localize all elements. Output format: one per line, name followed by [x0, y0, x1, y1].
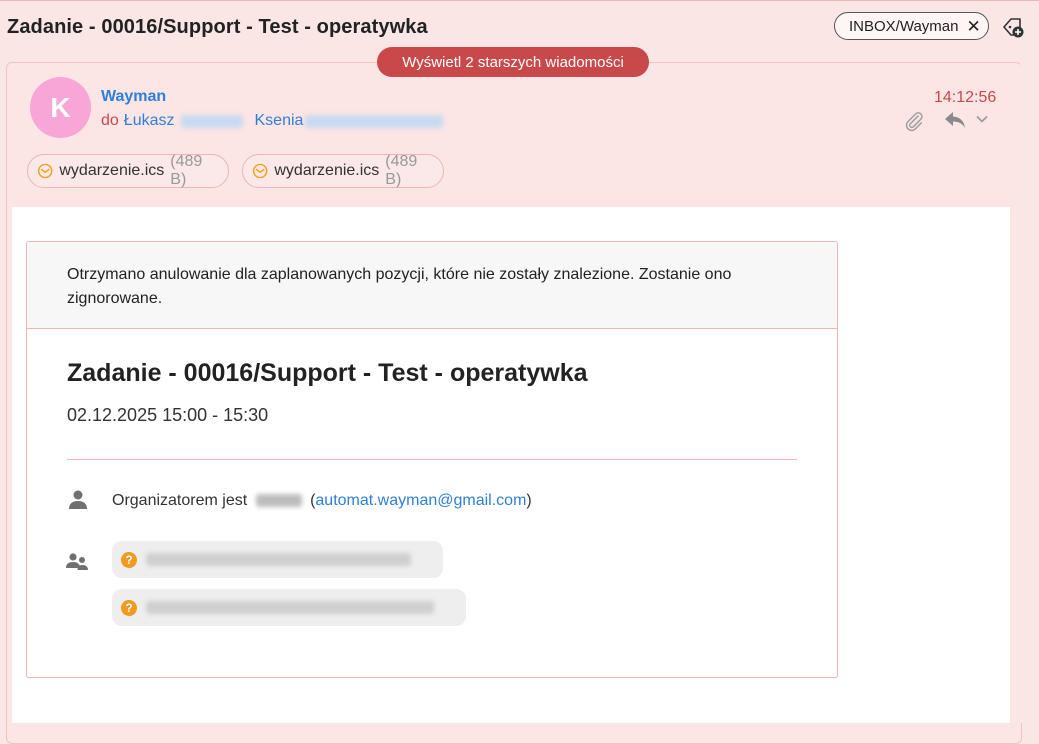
close-icon[interactable]: ✕ — [966, 18, 980, 35]
attachment-chip[interactable]: wydarzenie.ics (489 B) — [242, 153, 444, 188]
sender-name[interactable]: Wayman — [101, 88, 166, 106]
redacted-attendee — [146, 601, 434, 614]
invitation-card: Otrzymano anulowanie dla zaplanowanych p… — [26, 241, 838, 678]
organizer-email-link[interactable]: automat.wayman@gmail.com — [315, 492, 526, 509]
to-prefix: do — [101, 112, 119, 129]
folder-tag[interactable]: INBOX/Wayman ✕ — [834, 12, 989, 40]
attachment-size: (489 B) — [385, 153, 418, 188]
attendee-chip[interactable]: ? — [112, 589, 466, 626]
attachment-size: (489 B) — [170, 153, 203, 188]
message-time: 14:12:56 — [934, 89, 997, 106]
attachment-name: wydarzenie.ics — [274, 162, 380, 179]
recipients-line: do Łukasz Ksenia — [101, 112, 444, 130]
redacted-surname — [180, 114, 243, 128]
folder-tag-label: INBOX/Wayman — [849, 17, 959, 35]
question-icon: ? — [121, 599, 137, 616]
tag-add-icon[interactable] — [1001, 15, 1025, 39]
paperclip-icon[interactable] — [903, 110, 925, 132]
organizer-line: Organizatorem jest (automat.wayman@gmail… — [112, 492, 532, 509]
people-icon — [66, 553, 88, 570]
attachment-name: wydarzenie.ics — [59, 162, 165, 179]
chevron-down-icon[interactable] — [975, 113, 989, 125]
divider — [67, 459, 797, 460]
recipient-name[interactable]: Łukasz — [124, 112, 175, 130]
calendar-attachment-icon — [252, 163, 268, 179]
top-border — [0, 0, 1039, 1]
attachment-chip[interactable]: wydarzenie.ics (489 B) — [27, 153, 229, 188]
cancellation-notice: Otrzymano anulowanie dla zaplanowanych p… — [27, 242, 837, 329]
person-icon — [69, 490, 87, 509]
organizer-prefix: Organizatorem jest — [112, 492, 248, 509]
event-title: Zadanie - 00016/Support - Test - operaty… — [67, 359, 588, 387]
calendar-attachment-icon — [37, 163, 53, 179]
recipient-name[interactable]: Ksenia — [255, 112, 304, 130]
scrollbar-track[interactable] — [1020, 62, 1039, 723]
redacted-surname — [305, 114, 444, 128]
question-icon: ? — [121, 551, 137, 568]
reply-icon[interactable] — [943, 110, 967, 130]
email-subject: Zadanie - 00016/Support - Test - operaty… — [7, 16, 428, 38]
avatar: K — [30, 77, 91, 138]
redacted-organizer-name — [255, 494, 302, 508]
show-older-messages-button[interactable]: Wyświetl 2 starszych wiadomości — [377, 47, 649, 77]
event-datetime: 02.12.2025 15:00 - 15:30 — [67, 405, 269, 425]
redacted-attendee — [146, 553, 411, 566]
attendee-chip[interactable]: ? — [112, 541, 443, 578]
